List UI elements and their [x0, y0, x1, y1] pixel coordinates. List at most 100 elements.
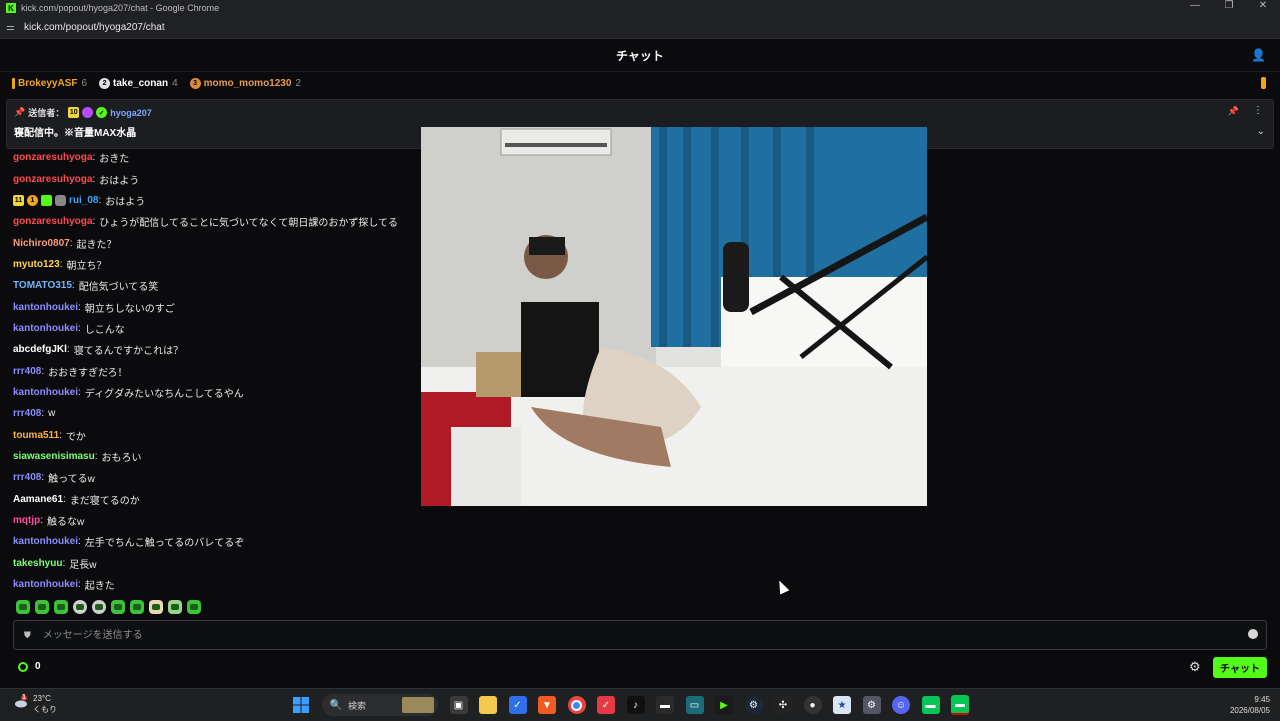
leaderboard-name: take_conan [113, 77, 169, 89]
chat-text: 触ってるw [48, 474, 95, 486]
expand-chevron-icon[interactable]: ⌄ [1257, 126, 1265, 137]
emote-icon[interactable] [111, 600, 125, 614]
chat-text: 起きた？ [76, 239, 117, 251]
brave-icon[interactable]: ▼ [538, 696, 556, 714]
chat-title: チャット [616, 48, 664, 63]
photos-icon[interactable]: ★ [833, 696, 851, 714]
file-explorer-icon[interactable] [479, 696, 497, 714]
more-options-icon[interactable]: ⋮ [1253, 105, 1263, 116]
chat-text: ひょうが配信してることに気づいてなくて朝日課のおかず探してる [99, 218, 399, 230]
chat-settings-gear-icon[interactable]: ⚙ [1189, 659, 1201, 675]
chat-username[interactable]: Aamane61 [13, 494, 63, 505]
chat-message-input[interactable] [40, 628, 1195, 642]
gifter-badge-icon: 1 [27, 194, 38, 206]
chat-username[interactable]: mqtjp [13, 515, 40, 526]
emote-icon[interactable] [149, 600, 163, 614]
address-bar[interactable]: ⚌ kick.com/popout/hyoga207/chat [0, 16, 1280, 39]
tiktok-icon[interactable]: ♪ [626, 696, 645, 714]
chat-username[interactable]: TOMATO315 [13, 280, 72, 291]
chat-text: おもろい [101, 452, 142, 464]
emote-icon[interactable] [73, 600, 87, 614]
leaderboard-name: BrokeyyASF [18, 77, 78, 89]
clock-time: 9:45 [1254, 695, 1270, 704]
emote-icon[interactable] [168, 600, 182, 614]
line-active-icon[interactable]: ▬ [951, 695, 969, 715]
points-icon [18, 661, 28, 672]
taskbar-search[interactable]: 🔍 検索 [321, 694, 438, 716]
url-text: kick.com/popout/hyoga207/chat [24, 21, 165, 33]
chat-text: 寝てるんですかこれは？ [73, 346, 184, 358]
emote-icon[interactable] [187, 600, 201, 614]
kick-app-icon[interactable]: ▶ [715, 696, 733, 714]
chat-username[interactable]: kantonhoukei [13, 302, 78, 313]
settings-icon[interactable]: ⚙ [862, 696, 881, 714]
emote-icon[interactable] [130, 600, 144, 614]
chat-username[interactable]: rrr408 [13, 408, 41, 419]
chat-username[interactable]: kantonhoukei [13, 387, 78, 398]
emote-icon[interactable] [16, 600, 30, 614]
davinci-icon[interactable]: ✣ [774, 696, 792, 714]
restore-icon[interactable]: ❐ [1212, 0, 1246, 11]
windows-start-icon[interactable] [292, 696, 310, 714]
send-chat-button[interactable]: チャット [1213, 657, 1267, 678]
user-list-icon[interactable]: 👤 [1251, 48, 1266, 62]
chat-username[interactable]: touma511 [13, 430, 59, 441]
close-icon[interactable]: ✕ [1246, 0, 1280, 11]
chat-username[interactable]: kantonhoukei [13, 323, 78, 334]
leaderboard-item[interactable]: 3 momo_momo1230 2 [189, 77, 301, 89]
task-view-icon[interactable]: ▣ [449, 696, 468, 714]
chat-username[interactable]: myuto123 [13, 259, 60, 270]
minimize-icon[interactable]: — [1178, 0, 1212, 11]
browser-titlebar: K kick.com/popout/hyoga207/chat - Google… [0, 0, 1280, 16]
chat-username[interactable]: takeshyuu [13, 558, 62, 569]
chat-username[interactable]: gonzaresuhyoga [13, 216, 92, 227]
chat-username[interactable]: Nichiro0807 [13, 238, 70, 249]
chat-username[interactable]: kantonhoukei [13, 579, 78, 590]
stream-video-overlay[interactable] [421, 127, 927, 506]
app-icon[interactable]: ✓ [597, 696, 615, 714]
unpin-icon[interactable]: 📌 [1228, 106, 1239, 117]
emote-icon[interactable] [92, 600, 106, 614]
windows-taskbar: 1 23°C くもり 🔍 検索 ▣ ✓ ▼ ✓ ♪ ▬ ▭ ▶ ⚙ ✣ ● ★ … [0, 688, 1280, 721]
chat-username[interactable]: rui_08 [69, 195, 98, 206]
emoji-picker-icon[interactable] [1248, 629, 1258, 639]
leaderboard-scroll-icon[interactable] [1261, 77, 1266, 89]
terminal-icon[interactable]: ▬ [656, 696, 674, 714]
pinned-sender[interactable]: hyoga207 [110, 108, 152, 118]
chat-text: 左手でちんこ触ってるのバレてるぞ [84, 538, 245, 550]
pinned-text: 寝配信中。※音量MAX水晶 [14, 128, 137, 139]
leaderboard-item[interactable]: BrokeyyASF 6 [12, 77, 87, 89]
chat-message: kantonhoukei: 起きた [13, 579, 115, 593]
media-app-icon[interactable]: ▭ [685, 696, 704, 714]
kick-logo-icon: K [6, 3, 16, 13]
gift-leaderboard: BrokeyyASF 6 2 take_conan 4 3 momo_momo1… [0, 72, 1280, 94]
obs-icon[interactable]: ● [803, 696, 822, 714]
todo-icon[interactable]: ✓ [508, 696, 527, 714]
chat-text: おおきすぎだろ！ [48, 367, 128, 379]
steam-icon[interactable]: ⚙ [744, 696, 763, 714]
window-controls: — ❐ ✕ [1178, 0, 1280, 11]
video-frame-image [421, 127, 927, 506]
chat-username[interactable]: kantonhoukei [13, 536, 78, 547]
chat-text: おはよう [99, 175, 140, 187]
emote-icon[interactable] [35, 600, 49, 614]
line-icon[interactable]: ▬ [921, 696, 940, 714]
chat-username[interactable]: abcdefgJKl [13, 344, 67, 355]
chat-username[interactable]: gonzaresuhyoga [13, 152, 92, 163]
system-clock[interactable]: 9:45 2026/08/05 [1230, 694, 1270, 716]
discord-icon[interactable]: ☺ [892, 696, 910, 714]
channel-points[interactable]: 0 [18, 661, 41, 672]
site-info-icon[interactable]: ⚌ [6, 22, 18, 33]
chrome-icon[interactable] [567, 696, 586, 714]
pinned-sender-row: 📌 送信者： 10 ✓ hyoga207 [14, 106, 152, 119]
chat-username[interactable]: rrr408 [13, 366, 41, 377]
chat-username[interactable]: gonzaresuhyoga [13, 174, 92, 185]
leaderboard-item[interactable]: 2 take_conan 4 [99, 77, 178, 89]
broadcaster-badge-icon [82, 107, 94, 118]
taskbar-apps: 🔍 検索 ▣ ✓ ▼ ✓ ♪ ▬ ▭ ▶ ⚙ ✣ ● ★ ⚙ ☺ ▬ ▬ [292, 694, 981, 716]
chat-rules-icon[interactable]: ⛊ [24, 630, 31, 641]
chat-username[interactable]: siawasenisimasu [13, 451, 95, 462]
chat-username[interactable]: rrr408 [13, 472, 41, 483]
weather-widget[interactable]: 1 23°C くもり [14, 693, 57, 715]
emote-icon[interactable] [54, 600, 68, 614]
